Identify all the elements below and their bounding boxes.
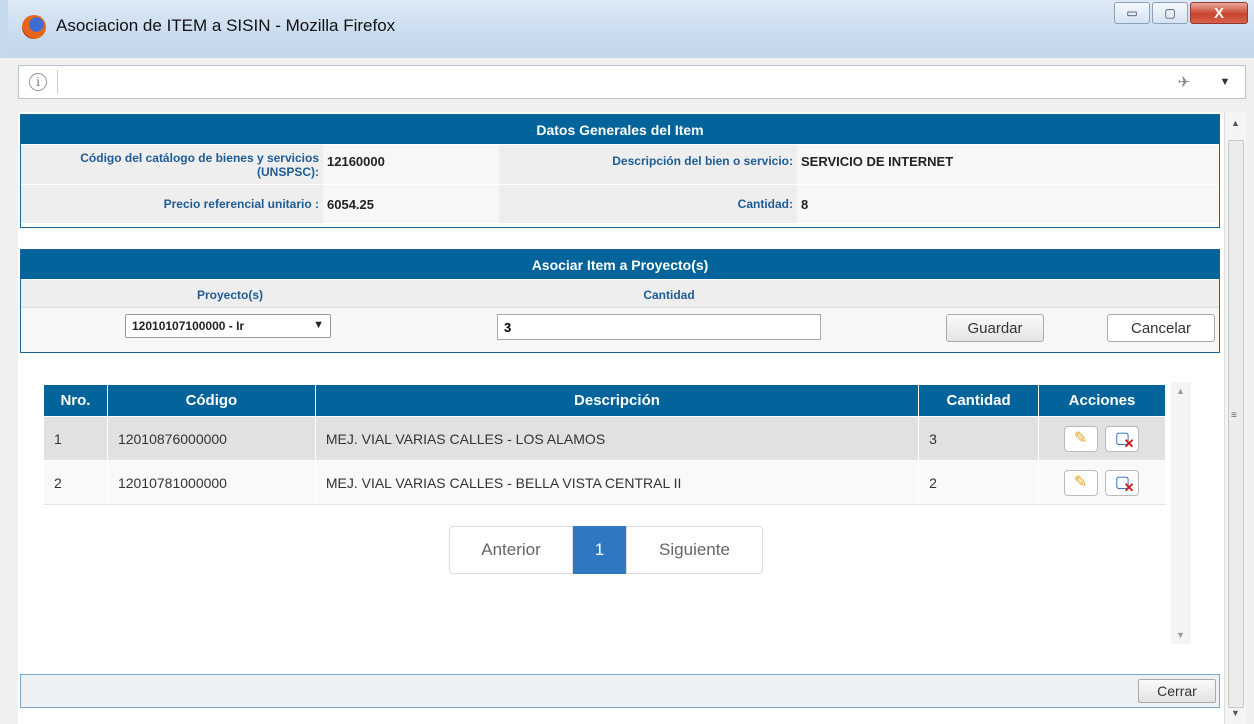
- extension-icon[interactable]: ✈: [1178, 73, 1191, 91]
- cell-codigo: 12010876000000: [106, 416, 316, 461]
- th-descripcion: Descripción: [314, 384, 920, 417]
- window-titlebar: Asociacion de ITEM a SISIN - Mozilla Fir…: [0, 0, 1254, 58]
- url-input[interactable]: [64, 68, 1163, 96]
- cerrar-button[interactable]: Cerrar: [1138, 679, 1216, 703]
- cell-nro: 1: [43, 416, 108, 461]
- precio-label: Precio referencial unitario :: [21, 185, 323, 223]
- grip-icon: ≡: [1231, 410, 1237, 421]
- asociar-header: Asociar Item a Proyecto(s): [21, 250, 1219, 280]
- scroll-down-icon[interactable]: ▼: [1176, 630, 1185, 640]
- th-cantidad: Cantidad: [918, 384, 1040, 417]
- scroll-up-icon[interactable]: ▲: [1176, 386, 1185, 396]
- th-acciones: Acciones: [1038, 384, 1166, 417]
- cell-nro: 2: [43, 460, 108, 505]
- cantidad-value: 8: [797, 185, 1219, 223]
- window-title: Asociacion de ITEM a SISIN - Mozilla Fir…: [56, 16, 396, 35]
- cell-acciones: ✎ ▢ ✕: [1038, 460, 1166, 505]
- cell-descripcion: MEJ. VIAL VARIAS CALLES - BELLA VISTA CE…: [314, 460, 920, 505]
- cantidad-label: Cantidad:: [499, 185, 797, 223]
- scroll-down-icon[interactable]: ▼: [1231, 708, 1240, 718]
- th-nro: Nro.: [43, 384, 108, 417]
- pencil-icon: ✎: [1073, 473, 1088, 491]
- close-window-button[interactable]: X: [1190, 2, 1248, 24]
- delete-file-icon: ▢ ✕: [1114, 473, 1135, 495]
- cantidad-input[interactable]: [497, 314, 821, 340]
- page-scrollbar[interactable]: ▲ ≡ ▼: [1224, 112, 1246, 724]
- codigo-value: 12160000: [323, 145, 499, 184]
- table-row: 2 12010781000000 MEJ. VIAL VARIAS CALLES…: [43, 460, 1166, 505]
- guardar-button[interactable]: Guardar: [946, 314, 1044, 342]
- proyecto-select[interactable]: 12010107100000 - Ir ▼: [125, 314, 331, 338]
- chevron-down-icon: ▼: [313, 319, 324, 331]
- proyectos-table: Nro. Código Descripción Cantidad Accione…: [43, 384, 1166, 505]
- cancelar-button[interactable]: Cancelar: [1107, 314, 1215, 342]
- delete-file-icon: ▢ ✕: [1114, 429, 1135, 451]
- precio-value: 6054.25: [323, 185, 499, 223]
- prev-page-button[interactable]: Anterior: [449, 526, 573, 574]
- codigo-label: Código del catálogo de bienes y servicio…: [21, 145, 323, 184]
- next-page-button[interactable]: Siguiente: [626, 526, 763, 574]
- cell-acciones: ✎ ▢ ✕: [1038, 416, 1166, 461]
- scroll-thumb[interactable]: [1228, 140, 1244, 708]
- descripcion-value: SERVICIO DE INTERNET: [797, 145, 1219, 184]
- maximize-button[interactable]: ▢: [1152, 2, 1188, 24]
- cell-cantidad: 3: [918, 416, 1040, 461]
- pagination: Anterior 1 Siguiente: [449, 526, 763, 574]
- cell-codigo: 12010781000000: [106, 460, 316, 505]
- cell-cantidad: 2: [918, 460, 1040, 505]
- proyecto-selected-value: 12010107100000 - Ir: [132, 319, 245, 333]
- footer-bar: Cerrar: [20, 674, 1220, 708]
- datos-generales-panel: Datos Generales del Item Código del catá…: [20, 114, 1220, 228]
- url-separator: [57, 70, 58, 94]
- edit-button[interactable]: ✎: [1063, 425, 1098, 452]
- asociar-panel: Asociar Item a Proyecto(s) Proyecto(s) C…: [20, 249, 1220, 353]
- edit-button[interactable]: ✎: [1063, 469, 1098, 496]
- chevron-down-icon[interactable]: ▼: [1219, 76, 1230, 88]
- delete-button[interactable]: ▢ ✕: [1105, 469, 1140, 496]
- delete-button[interactable]: ▢ ✕: [1105, 425, 1140, 452]
- descripcion-label: Descripción del bien o servicio:: [499, 145, 797, 184]
- table-row: 1 12010876000000 MEJ. VIAL VARIAS CALLES…: [43, 416, 1166, 461]
- current-page-button[interactable]: 1: [573, 526, 626, 574]
- minimize-button[interactable]: ▭: [1114, 2, 1150, 24]
- cantidad-field-label: Cantidad: [643, 288, 695, 302]
- datos-generales-header: Datos Generales del Item: [21, 115, 1219, 145]
- scroll-up-icon[interactable]: ▲: [1231, 118, 1240, 128]
- page-content: Datos Generales del Item Código del catá…: [18, 112, 1224, 724]
- info-icon[interactable]: i: [29, 73, 47, 91]
- url-bar: i ✈ ▼: [18, 65, 1246, 99]
- firefox-icon: [22, 15, 46, 39]
- cell-descripcion: MEJ. VIAL VARIAS CALLES - LOS ALAMOS: [314, 416, 920, 461]
- table-scrollbar[interactable]: ▲ ▼: [1171, 382, 1191, 644]
- pencil-icon: ✎: [1073, 429, 1088, 447]
- proyecto-label: Proyecto(s): [196, 288, 264, 302]
- th-codigo: Código: [106, 384, 316, 417]
